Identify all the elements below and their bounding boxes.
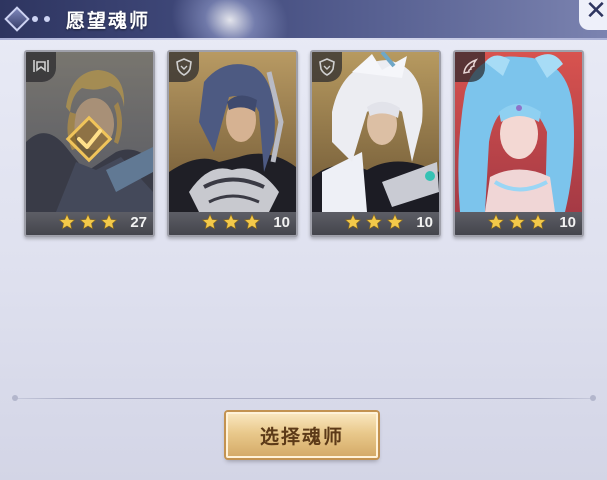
faction-badge bbox=[312, 52, 342, 82]
hero-card-2[interactable]: 10 bbox=[167, 50, 298, 237]
selected-check-icon bbox=[65, 115, 113, 163]
star-icon bbox=[508, 213, 526, 231]
star-icon bbox=[58, 213, 76, 231]
star-rating bbox=[487, 213, 547, 234]
hero-card-4[interactable]: 10 bbox=[453, 50, 584, 237]
banner-icon bbox=[33, 60, 49, 72]
faction-badge bbox=[26, 52, 56, 82]
star-icon bbox=[344, 213, 362, 231]
star-icon bbox=[243, 213, 261, 231]
card-footer: 10 bbox=[169, 212, 296, 235]
star-icon bbox=[386, 213, 404, 231]
star-icon bbox=[365, 213, 383, 231]
divider-end-dot bbox=[590, 395, 596, 401]
star-icon bbox=[79, 213, 97, 231]
hero-level: 27 bbox=[130, 214, 147, 231]
close-button[interactable]: ✕ bbox=[579, 0, 607, 30]
shield-icon bbox=[176, 58, 192, 76]
header-light-flare bbox=[156, 0, 304, 40]
wing-icon bbox=[463, 58, 479, 74]
hero-card-3[interactable]: 10 bbox=[310, 50, 441, 237]
select-hero-button[interactable]: 选择魂师 bbox=[226, 412, 378, 458]
hero-portrait bbox=[312, 52, 439, 212]
star-icon bbox=[100, 213, 118, 231]
star-rating bbox=[201, 213, 261, 234]
star-rating bbox=[58, 213, 118, 234]
hero-level: 10 bbox=[559, 214, 576, 231]
hero-portrait bbox=[26, 52, 153, 212]
star-icon bbox=[222, 213, 240, 231]
star-icon bbox=[529, 213, 547, 231]
star-rating bbox=[344, 213, 404, 234]
section-divider bbox=[12, 395, 596, 401]
card-footer: 10 bbox=[312, 212, 439, 235]
hero-card-1[interactable]: 27 bbox=[24, 50, 155, 237]
hero-portrait bbox=[169, 52, 296, 212]
card-footer: 10 bbox=[455, 212, 582, 235]
header-diamond-ornament bbox=[4, 6, 30, 32]
hero-portrait bbox=[455, 52, 582, 212]
star-icon bbox=[487, 213, 505, 231]
hero-level: 10 bbox=[273, 214, 290, 231]
divider-end-dot bbox=[12, 395, 18, 401]
close-icon: ✕ bbox=[585, 0, 607, 26]
header-dot-ornament bbox=[44, 16, 50, 22]
card-footer: 27 bbox=[26, 212, 153, 235]
header-dot-ornament bbox=[32, 16, 38, 22]
hero-level: 10 bbox=[416, 214, 433, 231]
star-icon bbox=[201, 213, 219, 231]
faction-badge bbox=[169, 52, 199, 82]
title-bar: 愿望魂师 bbox=[0, 0, 607, 40]
page-title: 愿望魂师 bbox=[66, 10, 151, 32]
shield-icon bbox=[319, 58, 335, 76]
faction-badge bbox=[455, 52, 485, 82]
